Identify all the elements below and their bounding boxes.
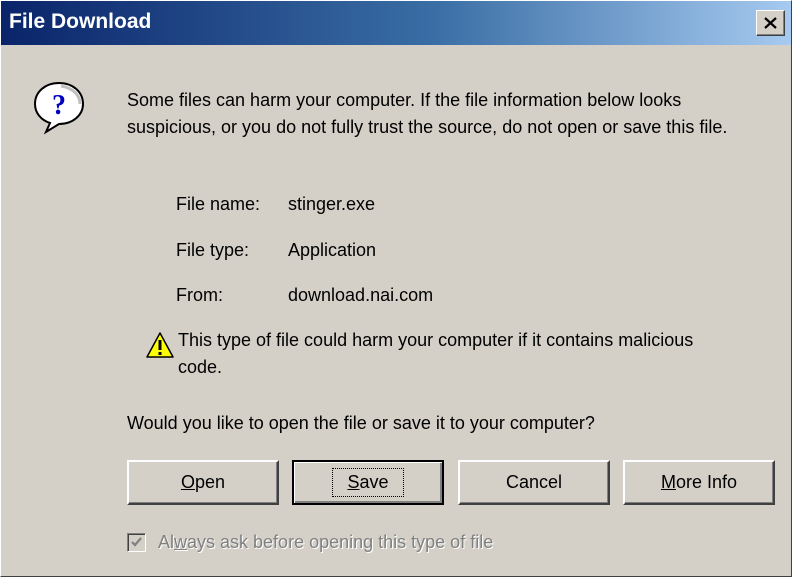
cancel-button-label: Cancel	[505, 472, 563, 492]
open-button[interactable]: Open	[127, 460, 279, 505]
question-prompt: Would you like to open the file or save …	[127, 413, 595, 433]
file-download-dialog: File Download ? Some files can harm your…	[0, 0, 792, 577]
close-icon	[764, 14, 777, 33]
title-bar[interactable]: File Download	[1, 1, 791, 45]
file-name-value: stinger.exe	[288, 194, 376, 214]
always-ask-checkbox[interactable]	[127, 533, 146, 552]
warning-icon	[146, 332, 174, 358]
close-button[interactable]	[756, 10, 785, 36]
save-button-label: Save	[332, 468, 404, 497]
intro-message: Some files can harm your computer. If th…	[127, 90, 728, 137]
dialog-body: ? Some files can harm your computer. If …	[1, 45, 791, 576]
window-title: File Download	[9, 10, 152, 33]
open-button-label: Open	[180, 472, 226, 492]
save-button[interactable]: Save	[292, 460, 444, 505]
more-info-button-label: More Info	[660, 472, 738, 492]
file-type-label: File type:	[176, 240, 250, 260]
always-ask-label: Always ask before opening this type of f…	[158, 532, 494, 552]
svg-text:?: ?	[52, 90, 66, 121]
checkmark-icon	[131, 537, 142, 547]
file-type-value: Application	[288, 240, 377, 260]
cancel-button[interactable]: Cancel	[458, 460, 610, 505]
file-from-label: From:	[176, 285, 223, 305]
file-name-label: File name:	[176, 194, 261, 214]
more-info-button[interactable]: More Info	[623, 460, 775, 505]
warning-message: This type of file could harm your comput…	[178, 330, 694, 377]
file-from-value: download.nai.com	[288, 285, 434, 305]
always-ask-checkbox-row[interactable]: Always ask before opening this type of f…	[127, 532, 493, 553]
question-icon: ?	[31, 79, 87, 135]
